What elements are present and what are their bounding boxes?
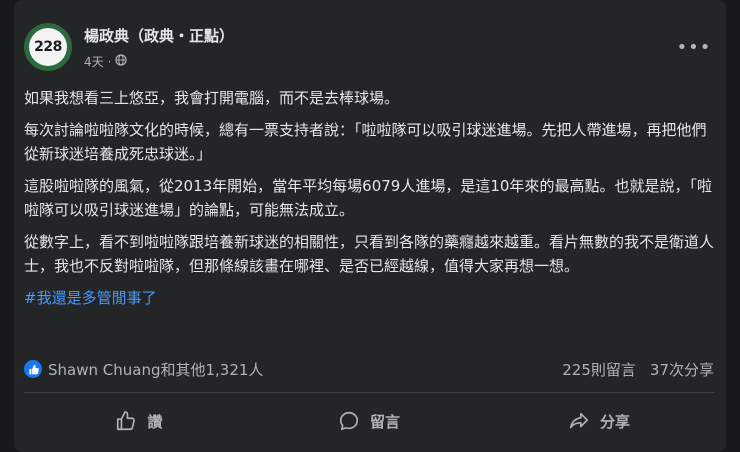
author-name[interactable]: 楊政典（政典・正點）	[84, 25, 234, 46]
share-count[interactable]: 37次分享	[650, 359, 714, 380]
post-body: 如果我想看三上悠亞，我會打開電腦，而不是去棒球場。 每次討論啦啦隊文化的時候，總…	[24, 86, 714, 310]
avatar[interactable]: 228	[24, 23, 72, 71]
post-card: 228 楊政典（政典・正點） 4天 · ••• 如果我想看三上悠亞，我會打開電腦…	[14, 0, 726, 452]
comment-button[interactable]: 留言	[254, 395, 484, 447]
hashtag-link[interactable]: #我還是多管閒事了	[24, 289, 157, 307]
like-label: 讚	[147, 412, 163, 431]
reaction-summary[interactable]: Shawn Chuang和其他1,321人	[48, 359, 263, 380]
comment-label: 留言	[369, 412, 400, 431]
more-options-icon: •••	[676, 36, 712, 58]
comment-count[interactable]: 225則留言	[562, 359, 636, 380]
post-paragraph: 每次討論啦啦隊文化的時候，總有一票支持者說：「啦啦隊可以吸引球迷進場。先把人帶進…	[24, 121, 707, 163]
like-reaction-icon[interactable]	[24, 360, 42, 378]
avatar-logo: 228	[29, 28, 67, 66]
more-options-button[interactable]: •••	[676, 29, 712, 65]
share-label: 分享	[599, 412, 630, 431]
reaction-bar: Shawn Chuang和其他1,321人 225則留言 37次分享	[24, 357, 714, 381]
post-timestamp[interactable]: 4天	[84, 53, 104, 70]
post-header: 228 楊政典（政典・正點） 4天 · •••	[24, 23, 714, 71]
post-meta: 4天 ·	[84, 53, 128, 70]
comment-icon	[338, 410, 360, 432]
share-button[interactable]: 分享	[484, 395, 714, 447]
post-paragraph: 從數字上，看不到啦啦隊跟培養新球迷的相關性，只看到各隊的藥癮越來越重。看片無數的…	[24, 233, 715, 275]
like-button[interactable]: 讚	[24, 395, 254, 447]
post-paragraph: 如果我想看三上悠亞，我會打開電腦，而不是去棒球場。	[24, 89, 400, 107]
divider	[24, 392, 714, 393]
globe-icon	[115, 54, 128, 69]
action-bar: 讚 留言 分享	[24, 395, 714, 447]
share-icon	[568, 410, 590, 432]
thumbs-up-icon	[115, 410, 137, 432]
post-paragraph: 這股啦啦隊的風氣，從2013年開始，當年平均每場6079人進場，是這10年來的最…	[24, 177, 712, 219]
engagement-stats: 225則留言 37次分享	[562, 359, 714, 380]
